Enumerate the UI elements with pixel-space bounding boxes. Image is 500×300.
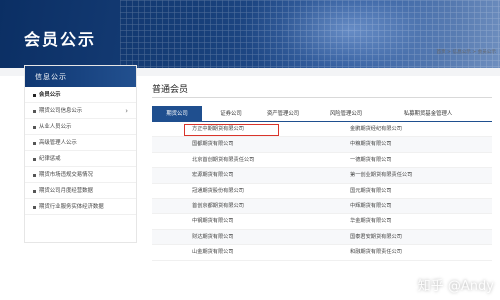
member-link[interactable]: 财达期货有限公司 xyxy=(192,230,234,245)
sidebar-item-violations[interactable]: 期货市场违规交易情况 xyxy=(25,167,136,183)
tab-asset-management[interactable]: 资产管理公司 xyxy=(252,106,314,122)
sidebar-item-futures-company-info[interactable]: 期货公司信息公示 › xyxy=(25,103,136,119)
header-banner: 会员公示 首页 > 信息公示 > 会员公示 xyxy=(0,0,500,68)
sidebar-item-label: 期货行业服务实体经济数据 xyxy=(39,204,104,210)
sidebar-item-label: 期货市场违规交易情况 xyxy=(39,172,93,178)
bullet-icon xyxy=(33,190,36,193)
bullet-icon xyxy=(33,142,36,145)
bullet-icon xyxy=(33,174,36,177)
section-title: 普通会员 xyxy=(152,85,189,95)
sidebar-item-label: 高级管理人公示 xyxy=(39,140,77,146)
member-link[interactable]: 中辉期货有限公司 xyxy=(350,199,392,214)
table-row: 冠通期货股份有限公司 国元期货有限公司 xyxy=(152,184,492,199)
member-link[interactable]: 国都期货有限公司 xyxy=(192,137,234,152)
member-link[interactable]: 宏源期货有限公司 xyxy=(192,168,234,183)
sidebar-item-practitioners[interactable]: 从业人员公示 xyxy=(25,119,136,135)
sidebar-item-discipline[interactable]: 纪律惩戒 xyxy=(25,151,136,167)
sidebar-item-senior-managers[interactable]: 高级管理人公示 xyxy=(25,135,136,151)
table-row: 中钢期货有限公司 华金期货有限公司 xyxy=(152,214,492,230)
bullet-icon xyxy=(33,110,36,113)
breadcrumb-text[interactable]: 首页 > 信息公示 > 会员公示 xyxy=(437,50,496,55)
bullet-icon xyxy=(33,206,36,209)
tab-private-fund-managers[interactable]: 私募期货基金管理人 xyxy=(378,106,478,122)
bullet-icon xyxy=(33,126,36,129)
banner-pattern xyxy=(120,0,500,68)
member-link[interactable]: 北京首创期货有限责任公司 xyxy=(192,153,254,168)
member-link[interactable]: 和融期货有限责任公司 xyxy=(350,245,402,260)
tab-futures-companies[interactable]: 期货公司 xyxy=(152,106,202,122)
divider xyxy=(152,97,492,98)
member-table: 方正中期期货有限公司 金鹏期货经纪有限公司 国都期货有限公司 中粮期货有限公司 … xyxy=(152,122,492,261)
breadcrumb: 首页 > 信息公示 > 会员公示 xyxy=(437,49,496,55)
member-link[interactable]: 第一创业期货有限责任公司 xyxy=(350,168,412,183)
bullet-icon xyxy=(33,94,36,97)
sidebar-header: 信息公示 xyxy=(25,66,136,87)
tab-risk-management[interactable]: 风险管理公司 xyxy=(315,106,377,122)
sidebar-item-label: 期货公司信息公示 xyxy=(39,108,83,114)
sidebar-item-member-disclosure[interactable]: 会员公示 xyxy=(25,87,136,103)
member-link[interactable]: 方正中期期货有限公司 xyxy=(192,122,244,137)
sidebar-item-label: 纪律惩戒 xyxy=(39,156,61,162)
table-row: 山金期货有限公司 和融期货有限责任公司 xyxy=(152,245,492,261)
table-row: 宏源期货有限公司 第一创业期货有限责任公司 xyxy=(152,168,492,184)
page-title: 会员公示 xyxy=(24,30,97,49)
member-link[interactable]: 中钢期货有限公司 xyxy=(192,214,234,229)
table-row: 国都期货有限公司 中粮期货有限公司 xyxy=(152,137,492,153)
member-link[interactable]: 山金期货有限公司 xyxy=(192,245,234,260)
member-link[interactable]: 国泰君安期货有限公司 xyxy=(350,230,402,245)
sidebar-item-label: 从业人员公示 xyxy=(39,124,72,130)
member-link[interactable]: 华金期货有限公司 xyxy=(350,214,392,229)
sidebar-item-monthly-data[interactable]: 期货公司月度经营数据 xyxy=(25,183,136,199)
member-link[interactable]: 金鹏期货经纪有限公司 xyxy=(350,122,402,137)
sidebar-item-label: 期货公司月度经营数据 xyxy=(39,188,93,194)
sidebar-item-label: 会员公示 xyxy=(39,92,61,98)
table-row: 首创京都期货有限公司 中辉期货有限公司 xyxy=(152,198,492,215)
member-link[interactable]: 中粮期货有限公司 xyxy=(350,137,392,152)
main-content: 普通会员 期货公司 证券公司 资产管理公司 风险管理公司 私募期货基金管理人 方… xyxy=(143,75,500,300)
member-link[interactable]: 国元期货有限公司 xyxy=(350,184,392,199)
table-row: 财达期货有限公司 国泰君安期货有限公司 xyxy=(152,229,492,246)
member-link[interactable]: 一德期货有限公司 xyxy=(350,153,392,168)
member-link[interactable]: 首创京都期货有限公司 xyxy=(192,199,244,214)
tab-securities-companies[interactable]: 证券公司 xyxy=(210,106,252,122)
member-link[interactable]: 冠通期货股份有限公司 xyxy=(192,184,244,199)
bullet-icon xyxy=(33,158,36,161)
watermark: 知乎 @Andy xyxy=(417,279,494,294)
sidebar: 信息公示 会员公示 期货公司信息公示 › 从业人员公示 高级管理人公示 纪律惩戒… xyxy=(24,65,137,243)
chevron-right-icon: › xyxy=(125,107,128,115)
sidebar-item-real-economy-data[interactable]: 期货行业服务实体经济数据 xyxy=(25,199,136,215)
table-row: 方正中期期货有限公司 金鹏期货经纪有限公司 xyxy=(152,122,492,138)
tab-bar: 期货公司 证券公司 资产管理公司 风险管理公司 私募期货基金管理人 xyxy=(152,106,492,122)
table-row: 北京首创期货有限责任公司 一德期货有限公司 xyxy=(152,153,492,169)
